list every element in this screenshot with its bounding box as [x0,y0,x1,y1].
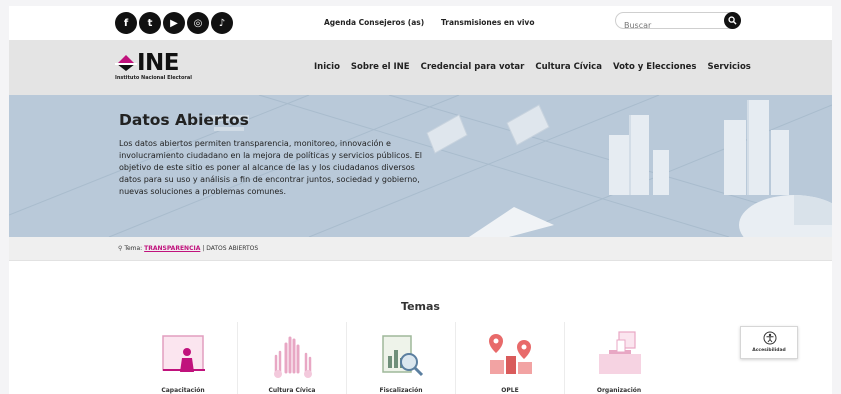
breadcrumb-link-transparencia[interactable]: TRANSPARENCIA [144,245,200,252]
instagram-icon[interactable]: ◎ [187,12,209,34]
tema-label: OPLE [501,387,519,394]
nav-menu: Inicio Sobre el INE Credencial para vota… [314,62,751,72]
tema-organizacion[interactable]: Organización [565,322,673,394]
tema-label: Fiscalización [379,387,423,394]
search-input[interactable] [616,18,708,33]
tema-label: Capacitación [161,387,205,394]
raised-hands-icon [274,336,312,378]
breadcrumb-prefix: Tema: [124,245,143,252]
logo-text: INE [137,50,180,76]
nav-item-servicios[interactable]: Servicios [707,62,750,72]
top-bar: f t ▶ ◎ ♪ Agenda Consejeros (as) Transmi… [9,6,832,40]
twitter-icon[interactable]: t [139,12,161,34]
breadcrumb-bar: ⚲ Tema: TRANSPARENCIA | DATOS ABIERTOS [9,237,832,261]
nav-item-sobre-el-ine[interactable]: Sobre el INE [351,62,410,72]
training-icon [162,335,205,372]
temas-title: Temas [401,300,440,313]
chart-magnifier-icon [382,335,424,377]
map-pins-icon [489,334,532,374]
ballot-box-icon [599,331,641,374]
tiktok-icon[interactable]: ♪ [211,12,233,34]
nav-item-cultura-civica[interactable]: Cultura Cívica [535,62,602,72]
breadcrumb: ⚲ Tema: TRANSPARENCIA | DATOS ABIERTOS [118,245,258,252]
tema-fiscalizacion[interactable]: Fiscalización [347,322,455,394]
hero-title: Datos Abiertos [119,111,249,129]
transmisiones-link[interactable]: Transmisiones en vivo [441,18,534,27]
accessibility-widget[interactable]: Accesibilidad [740,326,798,359]
logo-mark-icon [115,55,137,71]
tema-ople[interactable]: OPLE [456,322,564,394]
search-button[interactable] [724,12,741,29]
tema-label: Organización [596,387,642,394]
tema-cultura-civica[interactable]: Cultura Cívica [238,322,346,394]
pin-icon: ⚲ [118,245,123,252]
logo-subtitle: Instituto Nacional Electoral [115,75,192,81]
page: f t ▶ ◎ ♪ Agenda Consejeros (as) Transmi… [9,6,832,394]
search-box [615,12,741,33]
tema-capacitacion[interactable]: Capacitación [129,322,237,394]
social-links: f t ▶ ◎ ♪ [115,12,233,34]
main-nav: INE Instituto Nacional Electoral Inicio … [9,40,832,95]
hero-description: Los datos abiertos permiten transparenci… [119,139,422,196]
youtube-icon[interactable]: ▶ [163,12,185,34]
accessibility-icon [763,331,777,345]
search-icon [728,16,737,25]
nav-item-inicio[interactable]: Inicio [314,62,340,72]
breadcrumb-current: DATOS ABIERTOS [206,245,259,252]
hero-banner: Datos Abiertos Los datos abiertos permit… [9,95,832,237]
nav-item-credencial[interactable]: Credencial para votar [421,62,525,72]
breadcrumb-separator: | [202,245,205,252]
accessibility-label: Accesibilidad [752,348,786,353]
tema-label: Cultura Cívica [268,387,316,394]
facebook-icon[interactable]: f [115,12,137,34]
nav-item-voto-elecciones[interactable]: Voto y Elecciones [613,62,697,72]
agenda-link[interactable]: Agenda Consejeros (as) [324,18,424,27]
